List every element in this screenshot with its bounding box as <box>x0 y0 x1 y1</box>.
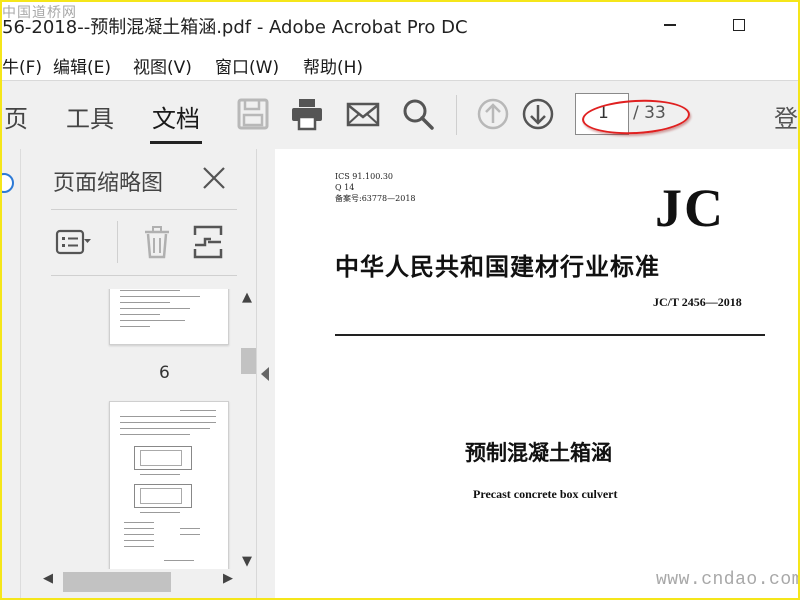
standard-number: JC/T 2456—2018 <box>653 295 742 309</box>
active-tab-indicator <box>150 141 202 144</box>
login-button[interactable]: 登 <box>774 99 798 134</box>
watermark-bottom: www.cndao.com <box>656 570 800 590</box>
panel-collapse-handle[interactable] <box>256 149 276 598</box>
window-titlebar: 56-2018--预制混凝土箱涵.pdf - Adobe Acrobat Pro… <box>2 2 798 47</box>
ics-code: ICS 91.100.30 <box>335 172 394 181</box>
menu-help[interactable]: 帮助(H) <box>303 53 363 78</box>
thumbnail-list: 6 <box>39 289 239 569</box>
collapse-arrow-icon[interactable] <box>261 367 269 381</box>
extract-pages-icon[interactable] <box>191 225 227 259</box>
menu-file[interactable]: 牛(F) <box>2 53 42 78</box>
navigation-strip <box>2 149 20 598</box>
page-down-icon[interactable] <box>521 97 555 131</box>
scroll-left-icon[interactable]: ◀ <box>43 571 53 586</box>
maximize-button[interactable] <box>733 19 745 31</box>
menu-window[interactable]: 窗口(W) <box>215 53 279 78</box>
tab-tools[interactable]: 工具 <box>66 99 114 134</box>
page-thumbnail-6[interactable] <box>109 289 229 345</box>
thumbnail-label: 6 <box>159 363 170 383</box>
thumbnail-horizontal-scrollbar[interactable]: ◀ ▶ <box>39 569 257 592</box>
thumbnail-nav-icon[interactable] <box>2 173 14 193</box>
save-icon[interactable] <box>236 97 270 131</box>
watermark-top: 中国道桥网 <box>2 5 77 21</box>
menu-edit[interactable]: 编辑(E) <box>53 53 111 78</box>
tab-document[interactable]: 文档 <box>152 99 200 134</box>
panel-divider <box>51 209 237 210</box>
search-icon[interactable] <box>401 97 435 131</box>
scroll-up-icon[interactable]: ▲ <box>242 290 252 305</box>
document-page: ICS 91.100.30 Q 14 备案号:63778—2018 JC 中华人… <box>275 149 798 598</box>
jc-logo: JC <box>655 178 725 238</box>
scroll-right-icon[interactable]: ▶ <box>223 571 233 586</box>
scroll-down-icon[interactable]: ▼ <box>242 554 252 569</box>
document-title-en: Precast concrete box culvert <box>473 487 618 501</box>
panel-divider-2 <box>51 275 237 276</box>
heading-rule <box>335 334 765 336</box>
minimize-button[interactable] <box>664 24 676 26</box>
q-code: Q 14 <box>335 183 355 192</box>
panel-title: 页面缩略图 <box>53 171 164 196</box>
menu-bar: 牛(F) 编辑(E) 视图(V) 窗口(W) 帮助(H) <box>2 47 798 79</box>
toolbar-separator <box>456 95 457 135</box>
screenshot-frame: 56-2018--预制混凝土箱涵.pdf - Adobe Acrobat Pro… <box>0 0 800 600</box>
panel-tool-separator <box>117 221 118 263</box>
print-icon[interactable] <box>290 97 324 131</box>
standard-heading: 中华人民共和国建材行业标准 <box>335 252 660 281</box>
page-thumbnails-panel: 页面缩略图 6 ▲ ▼ ◀ ▶ <box>20 149 263 598</box>
horizontal-scrollbar-thumb[interactable] <box>63 572 171 592</box>
options-menu-icon[interactable] <box>55 225 91 259</box>
document-title-cn: 预制混凝土箱涵 <box>465 440 612 465</box>
page-thumbnail-7[interactable] <box>109 401 229 569</box>
close-icon[interactable] <box>201 165 227 191</box>
filing-number: 备案号:63778—2018 <box>335 194 416 203</box>
page-up-icon[interactable] <box>476 97 510 131</box>
thumbnail-vertical-scrollbar[interactable]: ▲ ▼ <box>239 286 263 576</box>
menu-view[interactable]: 视图(V) <box>133 53 192 78</box>
trash-icon[interactable] <box>139 225 175 259</box>
ics-block: ICS 91.100.30 Q 14 备案号:63778—2018 <box>335 171 416 204</box>
tab-home[interactable]: 页 <box>4 99 28 134</box>
mail-icon[interactable] <box>346 97 380 131</box>
